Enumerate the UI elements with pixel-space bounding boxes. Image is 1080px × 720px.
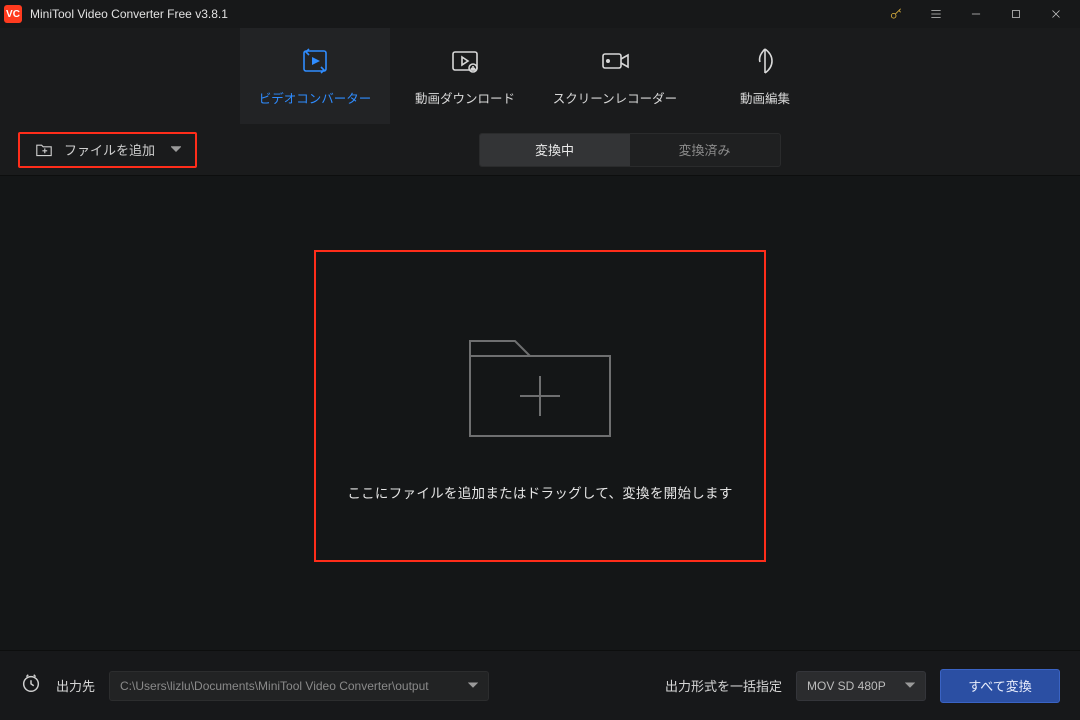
tab-label: 動画ダウンロード bbox=[415, 88, 515, 107]
add-file-button[interactable]: ファイルを追加 bbox=[18, 132, 197, 168]
tab-label: スクリーンレコーダー bbox=[553, 88, 677, 107]
output-dir-value: C:\Users\lizlu\Documents\MiniTool Video … bbox=[120, 679, 429, 693]
drop-instruction-text: ここにファイルを追加またはドラッグして、変換を開始します bbox=[347, 482, 732, 502]
batch-format-value: MOV SD 480P bbox=[807, 679, 886, 693]
tab-screen-recorder[interactable]: スクリーンレコーダー bbox=[540, 28, 690, 124]
maximize-icon[interactable] bbox=[996, 0, 1036, 28]
chevron-down-icon bbox=[905, 679, 915, 693]
output-dir-select[interactable]: C:\Users\lizlu\Documents\MiniTool Video … bbox=[109, 671, 489, 701]
add-file-icon bbox=[34, 142, 54, 158]
converter-icon bbox=[298, 46, 332, 76]
output-dir-label: 出力先 bbox=[56, 676, 95, 695]
toolbar: ファイルを追加 変換中 変換済み bbox=[0, 124, 1080, 176]
tab-video-converter[interactable]: ビデオコンバーター bbox=[240, 28, 390, 124]
seg-converting[interactable]: 変換中 bbox=[480, 134, 630, 166]
app-logo-icon: VC bbox=[4, 5, 22, 23]
status-segmented-control: 変換中 変換済み bbox=[479, 133, 781, 167]
tab-label: ビデオコンバーター bbox=[259, 88, 372, 107]
folder-add-icon bbox=[455, 311, 625, 456]
convert-all-button[interactable]: すべて変換 bbox=[940, 669, 1060, 703]
file-drop-zone[interactable]: ここにファイルを追加またはドラッグして、変換を開始します bbox=[314, 250, 766, 562]
editor-icon bbox=[750, 46, 780, 76]
content-area: ここにファイルを追加またはドラッグして、変換を開始します bbox=[0, 176, 1080, 650]
main-tabs: ビデオコンバーター 動画ダウンロード スクリーンレコーダー 動画編集 bbox=[0, 28, 1080, 124]
download-icon bbox=[448, 46, 482, 76]
footer-bar: 出力先 C:\Users\lizlu\Documents\MiniTool Vi… bbox=[0, 650, 1080, 720]
recorder-icon bbox=[598, 46, 632, 76]
chevron-down-icon bbox=[171, 142, 181, 157]
add-file-label: ファイルを追加 bbox=[64, 140, 155, 159]
batch-format-select[interactable]: MOV SD 480P bbox=[796, 671, 926, 701]
chevron-down-icon bbox=[468, 679, 478, 693]
close-icon[interactable] bbox=[1036, 0, 1076, 28]
batch-format-label: 出力形式を一括指定 bbox=[665, 676, 782, 695]
seg-completed[interactable]: 変換済み bbox=[630, 134, 780, 166]
menu-icon[interactable] bbox=[916, 0, 956, 28]
minimize-icon[interactable] bbox=[956, 0, 996, 28]
tab-video-editor[interactable]: 動画編集 bbox=[690, 28, 840, 124]
tab-label: 動画編集 bbox=[740, 88, 790, 107]
app-window: VC MiniTool Video Converter Free v3.8.1 … bbox=[0, 0, 1080, 720]
tab-video-download[interactable]: 動画ダウンロード bbox=[390, 28, 540, 124]
app-title: MiniTool Video Converter Free v3.8.1 bbox=[30, 7, 228, 21]
upgrade-key-icon[interactable] bbox=[876, 0, 916, 28]
scheduler-icon[interactable] bbox=[20, 672, 42, 699]
title-bar: VC MiniTool Video Converter Free v3.8.1 bbox=[0, 0, 1080, 28]
